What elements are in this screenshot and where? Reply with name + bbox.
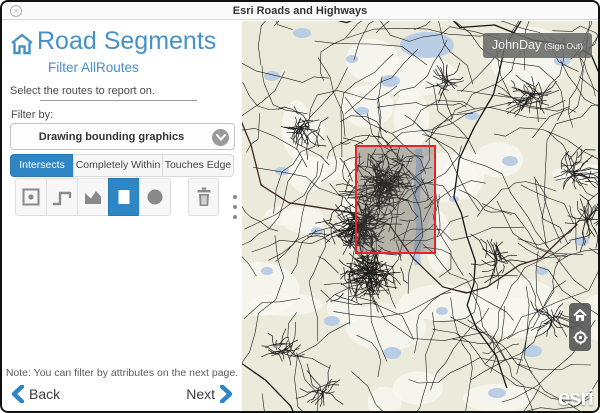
- polygon-tool-button[interactable]: [77, 178, 109, 216]
- username: JohnDay: [492, 38, 541, 52]
- title-bar: × Esri Roads and Highways: [2, 2, 598, 20]
- left-panel: Road Segments Filter AllRoutes Select th…: [2, 21, 242, 411]
- next-label: Next: [186, 386, 215, 402]
- circle-tool-icon: [145, 187, 165, 207]
- spatial-filter-segmented: Intersects Completely Within Touches Edg…: [10, 154, 234, 177]
- point-tool-icon: [21, 187, 41, 207]
- bounding-graphic-rectangle[interactable]: [355, 145, 436, 254]
- circle-tool-button[interactable]: [139, 178, 171, 216]
- app-window: × Esri Roads and Highways Road Segments …: [0, 0, 600, 413]
- intersects-button[interactable]: Intersects: [10, 154, 74, 177]
- rectangle-tool-icon: [114, 187, 134, 207]
- trash-icon: [195, 186, 213, 208]
- panel-resize-handle[interactable]: [232, 195, 238, 225]
- delete-graphics-button[interactable]: [188, 178, 219, 216]
- esri-logo: esri: [558, 385, 593, 411]
- divider: [40, 100, 197, 101]
- home-extent-icon: [573, 309, 587, 322]
- dropdown-value: Drawing bounding graphics: [11, 131, 212, 143]
- draw-tools-group: [15, 178, 171, 216]
- map-container: JohnDay(Sign Out) esri: [242, 21, 598, 411]
- chevron-down-icon: [212, 129, 229, 146]
- rectangle-tool-button[interactable]: [108, 178, 140, 216]
- filter-by-label: Filter by:: [11, 109, 53, 121]
- page-title: Road Segments: [37, 27, 216, 56]
- completely-within-button[interactable]: Completely Within: [73, 154, 163, 177]
- point-tool-button[interactable]: [15, 178, 47, 216]
- home-icon: [9, 32, 35, 61]
- window-title: Esri Roads and Highways: [2, 5, 598, 17]
- chevron-left-icon: [11, 385, 24, 403]
- back-label: Back: [29, 386, 60, 402]
- polygon-tool-icon: [82, 187, 104, 207]
- user-badge[interactable]: JohnDay(Sign Out): [483, 33, 592, 58]
- note-text: Note: You can filter by attributes on th…: [2, 367, 242, 379]
- page-description: Select the routes to report on.: [10, 85, 155, 97]
- home-extent-button[interactable]: [569, 303, 591, 327]
- touches-edge-button[interactable]: Touches Edge: [162, 154, 234, 177]
- map-controls: [569, 303, 591, 351]
- filter-method-dropdown[interactable]: Drawing bounding graphics: [10, 123, 235, 150]
- chevron-right-icon: [220, 385, 233, 403]
- locate-icon: [573, 330, 588, 345]
- next-button[interactable]: Next: [181, 385, 233, 403]
- back-button[interactable]: Back: [11, 385, 65, 403]
- polyline-tool-icon: [51, 187, 73, 207]
- locate-button[interactable]: [569, 327, 591, 351]
- sign-out-link[interactable]: (Sign Out): [544, 41, 583, 51]
- polyline-tool-button[interactable]: [46, 178, 78, 216]
- page-subtitle: Filter AllRoutes: [48, 60, 139, 75]
